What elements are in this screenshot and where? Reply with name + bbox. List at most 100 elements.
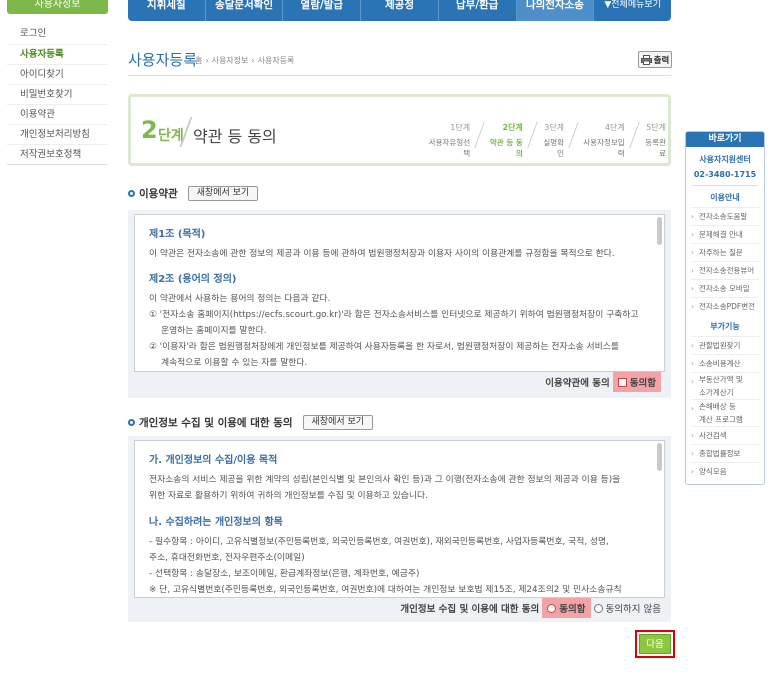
quick-links-title: 바로가기	[686, 132, 764, 147]
privacy-agree-no-label[interactable]: 동의하지 않음	[606, 601, 661, 615]
terms-scrollbar[interactable]	[657, 217, 662, 245]
quick-link-legal-info[interactable]: 종합법률정보	[691, 444, 759, 462]
sidebar-item-copyright-policy[interactable]: 저작권보호정책	[7, 144, 108, 164]
nav-item-5[interactable]: 납부/환급	[439, 0, 517, 21]
current-step-name: 약관 등 동의	[193, 127, 277, 146]
terms-section-title: 이용약관 새창에서 보기	[128, 186, 259, 201]
privacy-panel: 가. 개인정보의 수집/이용 목적 전자소송의 서비스 제공을 위한 계약의 성…	[128, 436, 671, 622]
step-label: 등록완료	[645, 138, 666, 158]
step-label: 사용자유형선택	[428, 138, 471, 158]
privacy-heading-2: 나. 수집하려는 개인정보의 항목	[149, 517, 283, 528]
step-num: 3단계	[544, 123, 565, 132]
article-2-item-1: ① '전자소송 홈페이지(https://ecfs.scourt.go.kr)'…	[149, 310, 639, 320]
chevron-right-icon: ›	[205, 56, 209, 65]
nav-item-4[interactable]: 제공정	[361, 0, 439, 21]
quick-link-cost-calc[interactable]: 소송비용계산	[691, 354, 759, 372]
privacy-text-2c: - 선택항목 : 송달장소, 보조이메일, 환급계좌정보(은행, 계좌번호, 예…	[149, 569, 420, 579]
nav-all-menu[interactable]: ▼전체메뉴보기	[594, 0, 671, 21]
terms-newwin-button[interactable]: 새창에서 보기	[187, 186, 259, 201]
terms-agree-label: 이용약관에 동의	[545, 378, 610, 389]
quick-links-panel: 바로가기 사용자지원센터 02-3480-1715 이용안내 전자소송도움말 문…	[685, 131, 765, 485]
quick-link-damages-calc[interactable]: 손해배상 등 계산 프로그램	[691, 399, 759, 426]
privacy-textbox[interactable]: 가. 개인정보의 수집/이용 목적 전자소송의 서비스 제공을 위한 계약의 성…	[134, 440, 665, 598]
breadcrumb-current: 사용자등록	[257, 56, 295, 65]
sidebar-item-find-password[interactable]: 비밀번호찾기	[7, 84, 108, 104]
terms-agree-check-label[interactable]: 동의함	[630, 375, 656, 389]
nav-item-3[interactable]: 열람/발급	[283, 0, 362, 21]
quick-link-case-search[interactable]: 사건검색	[691, 426, 759, 444]
article-2-text: 이 약관에서 사용하는 용어의 정의는 다음과 같다.	[149, 294, 331, 304]
step-4: 4단계 사용자정보입력	[578, 122, 627, 159]
privacy-scrollbar[interactable]	[657, 443, 662, 471]
quick-link-text: 부동산가액 및	[699, 375, 743, 384]
step-num: 1단계	[450, 123, 471, 132]
quick-link-text: 소가계산기	[699, 388, 734, 397]
next-button-label: 다음	[639, 634, 671, 654]
terms-agree-row: 이용약관에 동의 동의함	[545, 372, 661, 392]
breadcrumb-home[interactable]: 홈	[195, 55, 202, 66]
quick-link-forms[interactable]: 양식모음	[691, 462, 759, 480]
article-2-title: 제2조 (용어의 정의)	[149, 274, 237, 285]
privacy-section-title: 개인정보 수집 및 이용에 대한 동의 새창에서 보기	[128, 415, 374, 430]
quick-link-find-court[interactable]: 관할법원찾기	[691, 336, 759, 354]
quick-link-mobile[interactable]: 전자소송 모바일	[691, 279, 759, 297]
quick-link-viewer[interactable]: 전자소송전용뷰어	[691, 261, 759, 279]
quick-link-pdf[interactable]: 전자소송PDF변전	[691, 297, 759, 315]
sidebar-item-find-id[interactable]: 아이디찾기	[7, 64, 108, 84]
quick-link-faq[interactable]: 자주하는 질문	[691, 243, 759, 261]
step-2: 2단계 약관 등 동의	[484, 122, 525, 159]
privacy-disagree-radio[interactable]	[593, 603, 603, 613]
sidebar-item-privacy-policy[interactable]: 개인정보처리방침	[7, 124, 108, 144]
breadcrumb-user-info[interactable]: 사용자정보	[212, 55, 249, 66]
next-button[interactable]: 다음	[635, 630, 675, 658]
quick-link-property-calc[interactable]: 부동산가액 및 소가계산기	[691, 372, 759, 399]
page-title: 사용자등록	[128, 51, 198, 69]
terms-title: 이용약관	[139, 188, 178, 200]
terms-agree-checkbox[interactable]	[617, 377, 627, 387]
privacy-agree-yes-label[interactable]: 동의함	[559, 601, 585, 615]
terms-textbox[interactable]: 제1조 (목적) 이 약관은 전자소송에 관한 정보의 제공과 이용 등에 관하…	[134, 214, 665, 372]
step-label: 사용자정보입력	[583, 138, 625, 158]
quick-link-troubleshoot[interactable]: 문제해결 안내	[691, 225, 759, 243]
sidebar-item-login[interactable]: 로그인	[7, 24, 108, 44]
privacy-newwin-button[interactable]: 새창에서 보기	[302, 415, 374, 430]
breadcrumb: 홈 › 사용자정보 › 사용자등록	[195, 55, 294, 66]
article-2-item-2-cont: 계속적으로 이용할 수 있는 자를 말한다.	[161, 358, 308, 368]
privacy-title: 개인정보 수집 및 이용에 대한 동의	[139, 417, 293, 429]
step-num: 5단계	[646, 123, 666, 132]
print-button[interactable]: 출력	[638, 51, 672, 68]
nav-item-2[interactable]: 송달문서확인	[206, 0, 284, 21]
print-label: 출력	[653, 55, 670, 66]
bullet-icon	[128, 419, 135, 426]
sidebar-item-terms[interactable]: 이용약관	[7, 104, 108, 124]
top-nav: 지휘세칠 송달문서확인 열람/발급 제공정 납부/환급 나의전자소송 ▼전체메뉴…	[128, 0, 671, 21]
quick-link-help[interactable]: 전자소송도움말	[691, 207, 759, 225]
sidebar-menu: 로그인 사용자등록 아이디찾기 비밀번호찾기 이용약관 개인정보처리방침 저작권…	[7, 24, 108, 165]
nav-item-1[interactable]: 지휘세칠	[128, 0, 206, 21]
privacy-text-2d: ※ 단, 고유식별번호(주민등록번호, 외국인등록번호, 여권번호)에 대하여는…	[149, 585, 622, 595]
title-divider	[128, 75, 671, 76]
nav-item-my-ecourt[interactable]: 나의전자소송	[516, 0, 595, 21]
terms-panel: 제1조 (목적) 이 약관은 전자소송에 관한 정보의 제공과 이용 등에 관하…	[128, 210, 671, 398]
support-center-link[interactable]: 사용자지원센터	[686, 154, 764, 165]
bullet-icon	[128, 190, 135, 197]
quick-link-text: 계산 프로그램	[699, 415, 743, 424]
step-1: 1단계사용자유형선택	[423, 122, 472, 159]
privacy-text-1a: 전자소송의 서비스 제공을 위한 계약의 성립(본인식별 및 본인의사 확인 등…	[149, 475, 621, 485]
article-1-title: 제1조 (목적)	[149, 229, 206, 240]
privacy-heading-1: 가. 개인정보의 수집/이용 목적	[149, 455, 278, 466]
sidebar-item-user-register[interactable]: 사용자등록	[7, 44, 108, 64]
privacy-text-1b: 위한 자료로 활용하기 위하여 귀하의 개인정보를 수집 및 이용하고 있습니다…	[149, 491, 428, 501]
article-2-item-2: ② '이용자'라 함은 법원행정처장에게 개인정보를 제공하여 사용자등록을 한…	[149, 342, 619, 352]
article-2-item-1-cont: 운영하는 홈페이지를 말한다.	[161, 326, 267, 336]
step-num: 2단계	[502, 123, 523, 132]
privacy-text-2a: - 필수항목 : 아이디, 고유식별정보(주민등록번호, 외국인등록번호, 여권…	[149, 537, 609, 547]
chevron-right-icon: ›	[251, 56, 255, 65]
privacy-text-2b: 주소, 휴대전화번호, 전자우편주소(이메일)	[149, 553, 305, 563]
quick-link-text: 손해배상 등	[699, 402, 736, 411]
usage-guide-heading: 이용안내	[710, 193, 740, 202]
privacy-agree-radio[interactable]	[547, 603, 557, 613]
printer-icon	[640, 54, 652, 65]
article-1-text: 이 약관은 전자소송에 관한 정보의 제공과 이용 등에 관하여 법원행정처장과…	[149, 249, 615, 259]
step-5: 5단계등록완료	[638, 122, 668, 159]
